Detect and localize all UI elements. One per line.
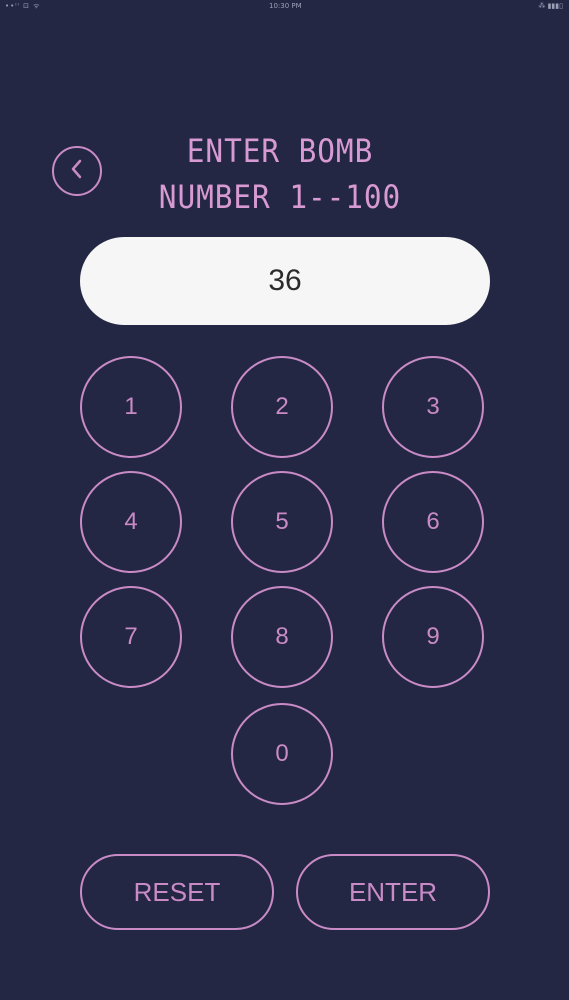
page-title: ENTER BOMB NUMBER 1--100 — [151, 128, 409, 220]
back-button[interactable] — [52, 146, 102, 196]
reset-button[interactable]: RESET — [80, 854, 274, 930]
key-3-button[interactable]: 3 — [382, 356, 484, 458]
status-bar: ••ᴵᴵ ⊡ ᯤ 10:30 PM ⁂ ▮▮▮▯ — [0, 0, 569, 14]
key-7-button[interactable]: 7 — [80, 586, 182, 688]
key-9-button[interactable]: 9 — [382, 586, 484, 688]
key-4-button[interactable]: 4 — [80, 471, 182, 573]
battery-status: ⁂ ▮▮▮▯ — [538, 2, 563, 10]
chevron-left-icon — [67, 158, 87, 184]
key-6-button[interactable]: 6 — [382, 471, 484, 573]
title-line-2: NUMBER 1--100 — [158, 178, 402, 216]
key-2-button[interactable]: 2 — [231, 356, 333, 458]
status-time: 10:30 PM — [269, 2, 302, 10]
title-line-1: ENTER BOMB — [186, 132, 374, 170]
key-0-button[interactable]: 0 — [231, 703, 333, 805]
enter-button[interactable]: ENTER — [296, 854, 490, 930]
key-8-button[interactable]: 8 — [231, 586, 333, 688]
key-1-button[interactable]: 1 — [80, 356, 182, 458]
number-display: 36 — [80, 237, 490, 325]
key-5-button[interactable]: 5 — [231, 471, 333, 573]
signal-status: ••ᴵᴵ ⊡ ᯤ — [5, 2, 41, 10]
bomb-number-screen: ••ᴵᴵ ⊡ ᯤ 10:30 PM ⁂ ▮▮▮▯ ENTER BOMB NUMB… — [0, 0, 569, 1000]
